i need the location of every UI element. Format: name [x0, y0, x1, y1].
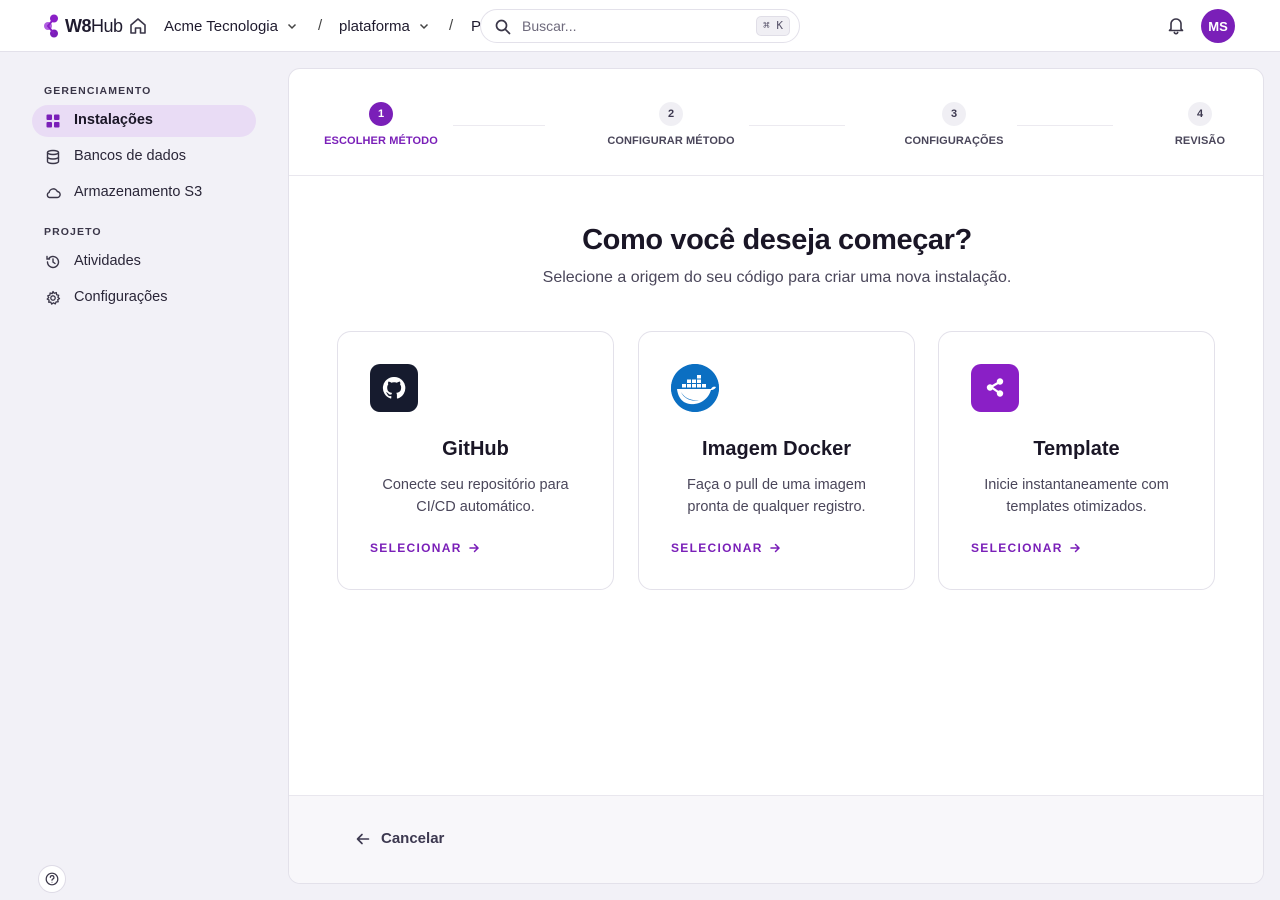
breadcrumb-separator: / [318, 17, 323, 34]
sidebar-item-label: Configurações [74, 289, 168, 305]
sidebar-item-label: Bancos de dados [74, 148, 187, 164]
sidebar-item-instalacoes[interactable]: Instalações [32, 105, 256, 137]
user-avatar[interactable]: MS [1201, 9, 1235, 43]
help-button[interactable] [38, 865, 66, 893]
method-card-template[interactable]: Template Inicie instantaneamente com tem… [938, 331, 1215, 590]
step-1-escolher-metodo[interactable]: 1 ESCOLHER MÉTODO [324, 102, 438, 147]
card-description: Faça o pull de uma imagem pronta de qual… [687, 477, 866, 515]
cloud-icon [46, 188, 61, 199]
page-subtitle: Selecione a origem do seu código para cr… [542, 269, 1012, 286]
search-placeholder: Buscar... [522, 18, 577, 34]
select-github-button[interactable]: SELECIONAR [370, 541, 480, 555]
step-number: 4 [1188, 102, 1212, 126]
sidebar-item-atividades[interactable]: Atividades [32, 246, 256, 278]
step-3-configuracoes[interactable]: 3 CONFIGURAÇÕES [904, 102, 1004, 147]
card-title: Template [1033, 438, 1120, 460]
step-connector [1017, 125, 1113, 126]
sidebar-item-label: Armazenamento S3 [74, 184, 203, 200]
installation-wizard-panel: 1 ESCOLHER MÉTODO 2 CONFIGURAR MÉTODO 3 … [288, 68, 1264, 884]
sidebar-item-armazenamento-s3[interactable]: Armazenamento S3 [32, 177, 256, 209]
select-docker-button[interactable]: SELECIONAR [671, 541, 781, 555]
step-label: ESCOLHER MÉTODO [324, 135, 438, 147]
step-label: REVISÃO [1174, 135, 1226, 147]
arrow-right-icon [1069, 543, 1080, 553]
database-icon [46, 149, 60, 165]
top-bar: W8Hub Acme Tecnologia / plataforma / P B… [0, 0, 1280, 52]
method-card-docker[interactable]: Imagem Docker Faça o pull de uma imagem … [638, 331, 915, 590]
chevron-down-icon [419, 23, 428, 30]
breadcrumb-project[interactable]: plataforma [339, 16, 430, 36]
step-label: CONFIGURAR MÉTODO [607, 135, 735, 147]
history-icon [46, 255, 60, 269]
step-connector [453, 125, 545, 126]
arrow-right-icon [468, 543, 479, 553]
step-label: CONFIGURAÇÕES [904, 135, 1004, 147]
home-icon[interactable] [128, 16, 148, 36]
step-number: 1 [369, 102, 393, 126]
sidebar-item-bancos-de-dados[interactable]: Bancos de dados [32, 141, 256, 173]
arrow-right-icon [769, 543, 780, 553]
step-connector [749, 125, 845, 126]
sidebar-item-configuracoes[interactable]: Configurações [32, 282, 256, 314]
sidebar-section-management: GERENCIAMENTO [44, 85, 152, 97]
share-nodes-icon [971, 364, 1019, 412]
card-description: Conecte seu repositório para CI/CD autom… [382, 477, 569, 515]
arrow-left-icon [356, 833, 370, 844]
w8hub-logo[interactable]: W8Hub [44, 13, 123, 39]
card-title: GitHub [442, 438, 509, 460]
search-shortcut-badge: ⌘ K [756, 16, 790, 36]
logo-text: W8Hub [65, 15, 123, 36]
cancel-button[interactable]: Cancelar [355, 830, 444, 847]
logo-mark-icon [44, 14, 58, 38]
docker-icon [671, 364, 719, 412]
chevron-down-icon [287, 23, 296, 30]
sidebar: GERENCIAMENTO Instalações Bancos de dado… [0, 52, 288, 900]
github-icon [370, 364, 418, 412]
card-description: Inicie instantaneamente com templates ot… [984, 477, 1169, 515]
wizard-footer: Cancelar [289, 795, 1263, 883]
page-title: Como você deseja começar? [582, 224, 972, 256]
sidebar-item-label: Instalações [74, 112, 153, 128]
step-4-revisao[interactable]: 4 REVISÃO [1170, 102, 1230, 147]
method-card-github[interactable]: GitHub Conecte seu repositório para CI/C… [337, 331, 614, 590]
step-2-configurar-metodo[interactable]: 2 CONFIGURAR MÉTODO [607, 102, 735, 147]
step-number: 3 [942, 102, 966, 126]
card-title: Imagem Docker [702, 438, 851, 460]
breadcrumb-separator: / [449, 17, 454, 34]
search-icon [495, 19, 511, 35]
sidebar-section-project: PROJETO [44, 226, 102, 238]
breadcrumb-organization[interactable]: Acme Tecnologia [164, 16, 298, 36]
question-circle-icon [45, 872, 59, 886]
step-number: 2 [659, 102, 683, 126]
gear-icon [46, 290, 61, 305]
sidebar-item-label: Atividades [74, 253, 141, 269]
select-template-button[interactable]: SELECIONAR [971, 541, 1081, 555]
notifications-bell-icon[interactable] [1166, 15, 1186, 35]
search-input[interactable]: Buscar... ⌘ K [480, 9, 800, 43]
wizard-stepper: 1 ESCOLHER MÉTODO 2 CONFIGURAR MÉTODO 3 … [289, 69, 1263, 176]
grid-icon [46, 114, 60, 128]
